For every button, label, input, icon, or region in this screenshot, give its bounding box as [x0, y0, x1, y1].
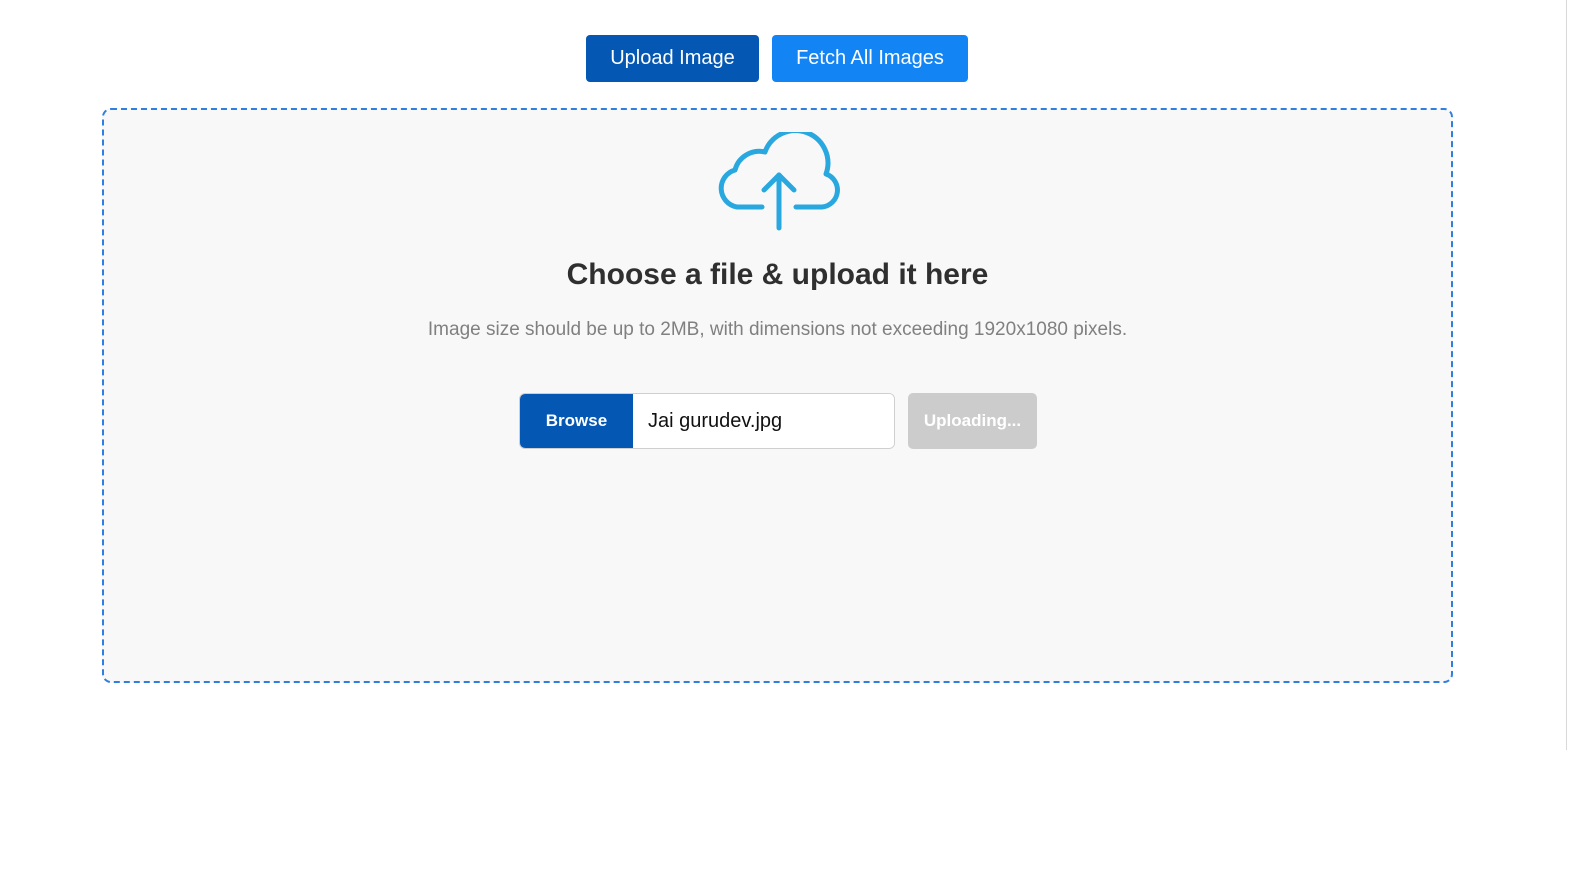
- upload-dropzone[interactable]: Choose a file & upload it here Image siz…: [102, 108, 1453, 683]
- top-toolbar: Upload Image Fetch All Images: [0, 35, 1554, 82]
- uploading-button[interactable]: Uploading...: [908, 393, 1037, 449]
- upload-controls: Browse Uploading...: [519, 393, 1037, 449]
- upload-heading: Choose a file & upload it here: [566, 258, 989, 291]
- file-picker: Browse: [519, 393, 895, 449]
- upload-constraints-text: Image size should be up to 2MB, with dim…: [427, 319, 1128, 340]
- page: Upload Image Fetch All Images Choose a f…: [0, 0, 1578, 875]
- browse-button[interactable]: Browse: [520, 394, 633, 448]
- selected-file-name[interactable]: [633, 394, 894, 448]
- fetch-all-images-button[interactable]: Fetch All Images: [772, 35, 968, 82]
- upload-image-button[interactable]: Upload Image: [586, 35, 759, 82]
- scrollbar-edge: [1566, 0, 1567, 750]
- cloud-upload-icon: [718, 132, 840, 231]
